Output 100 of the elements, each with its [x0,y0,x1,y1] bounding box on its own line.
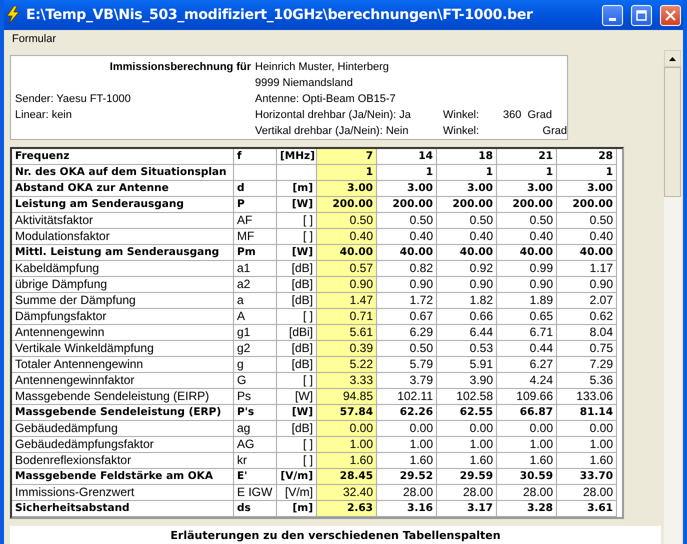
table-cell: 0.66 [437,309,497,325]
table-cell: Totaler Antennengewinn [12,357,234,373]
table-cell: [V/m] [277,485,317,501]
table-cell: 1.60 [497,453,557,469]
table-cell: 0.82 [377,261,437,277]
table-cell: MF [234,229,277,245]
table-cell: 32.40 [317,485,377,501]
table-cell: 0.67 [377,309,437,325]
table-cell: P [234,197,277,213]
table-cell: 0.00 [377,421,437,437]
table-cell: 0.50 [377,341,437,357]
table-cell: 3.17 [437,501,497,517]
table-cell: 200.00 [317,197,377,213]
table-cell: 1.82 [437,293,497,309]
linear-text: Linear: kein [15,109,73,121]
table-cell: 0.50 [557,213,617,229]
table-cell: 5.91 [437,357,497,373]
scrollbar[interactable] [664,50,681,544]
table-cell: E' [234,469,277,485]
table-cell: [ ] [277,373,317,389]
minimize-button[interactable] [602,4,623,26]
table-cell: 3.00 [497,181,557,197]
table-cell: f [234,149,277,165]
scroll-up-button[interactable] [664,50,681,67]
table-cell: [dB] [277,357,317,373]
table-cell: 5.36 [557,373,617,389]
table-cell: 200.00 [437,197,497,213]
table-cell: 2.63 [317,501,377,517]
table-cell: 40.00 [317,245,377,261]
table-cell: Bodenreflexionsfaktor [12,453,234,469]
table-cell: 0.00 [557,421,617,437]
table-cell: 5.22 [317,357,377,373]
table-cell: 0.39 [317,341,377,357]
report-title: Immissionsberechnung für [108,61,251,73]
table-cell: 81.14 [557,405,617,421]
table-cell: Gebäudedämpfungsfaktor [12,437,234,453]
table-cell: [ ] [277,453,317,469]
table-cell: Massgebende Sendeleistung (EIRP) [12,389,234,405]
close-button[interactable] [660,4,681,26]
table-cell: [W] [277,245,317,261]
table-cell: 3.00 [377,181,437,197]
table-cell: 2.07 [557,293,617,309]
table-cell: Kabeldämpfung [12,261,234,277]
table-cell: 0.00 [497,421,557,437]
table-cell: a1 [234,261,277,277]
table-cell: 28.00 [377,485,437,501]
angle-label: Winkel: [443,109,480,121]
table-cell: 0.90 [377,277,437,293]
table-cell: 1.60 [317,453,377,469]
table-cell: 102.11 [377,389,437,405]
table-cell: [ ] [277,229,317,245]
table-cell: 1.17 [557,261,617,277]
table-cell: [W] [277,197,317,213]
table-cell: 0.40 [377,229,437,245]
table-cell: Gebäudedämpfung [12,421,234,437]
table-cell: 1.00 [557,437,617,453]
table-cell: 29.52 [377,469,437,485]
table-cell: Vertikale Winkeldämpfung [12,341,234,357]
table-cell: 3.79 [377,373,437,389]
table-cell: 0.53 [437,341,497,357]
table-cell: 0.90 [497,277,557,293]
table-cell: AF [234,213,277,229]
table-cell: Pm [234,245,277,261]
table-cell: [dB] [277,421,317,437]
table-cell: Antennengewinnfaktor [12,373,234,389]
table-cell [234,165,277,181]
table-cell: 0.90 [317,277,377,293]
table-cell: 1.89 [497,293,557,309]
table-cell: 1 [497,165,557,181]
table-cell: 40.00 [377,245,437,261]
table-cell: 0.90 [557,277,617,293]
table-cell: Antennengewinn [12,325,234,341]
table-cell: 1 [557,165,617,181]
table-cell: 0.62 [557,309,617,325]
table-cell: 1.60 [377,453,437,469]
table-cell: 0.44 [497,341,557,357]
table-cell: Aktivitätsfaktor [12,213,234,229]
maximize-icon [636,10,647,20]
table-cell: [V/m] [277,469,317,485]
table-cell: 62.26 [377,405,437,421]
table-cell: [m] [277,501,317,517]
table-cell: 133.06 [557,389,617,405]
table-cell: 0.40 [497,229,557,245]
table-cell: 0.57 [317,261,377,277]
table-cell: 3.16 [377,501,437,517]
maximize-button[interactable] [631,4,652,26]
table-cell: 3.00 [557,181,617,197]
table-cell: 6.29 [377,325,437,341]
table-cell: 0.75 [557,341,617,357]
owner-text: Heinrich Muster, Hinterberg [255,61,390,73]
table-cell: Leistung am Senderausgang [12,197,234,213]
menu-item[interactable]: Formular [8,32,60,44]
table-cell: 40.00 [437,245,497,261]
table-cell: 66.87 [497,405,557,421]
table-cell: 1.00 [497,437,557,453]
table-cell: Sicherheitsabstand [12,501,234,517]
table-cell: 3.00 [317,181,377,197]
scroll-thumb[interactable] [664,67,681,197]
table-cell: [dB] [277,261,317,277]
table-cell: 200.00 [497,197,557,213]
